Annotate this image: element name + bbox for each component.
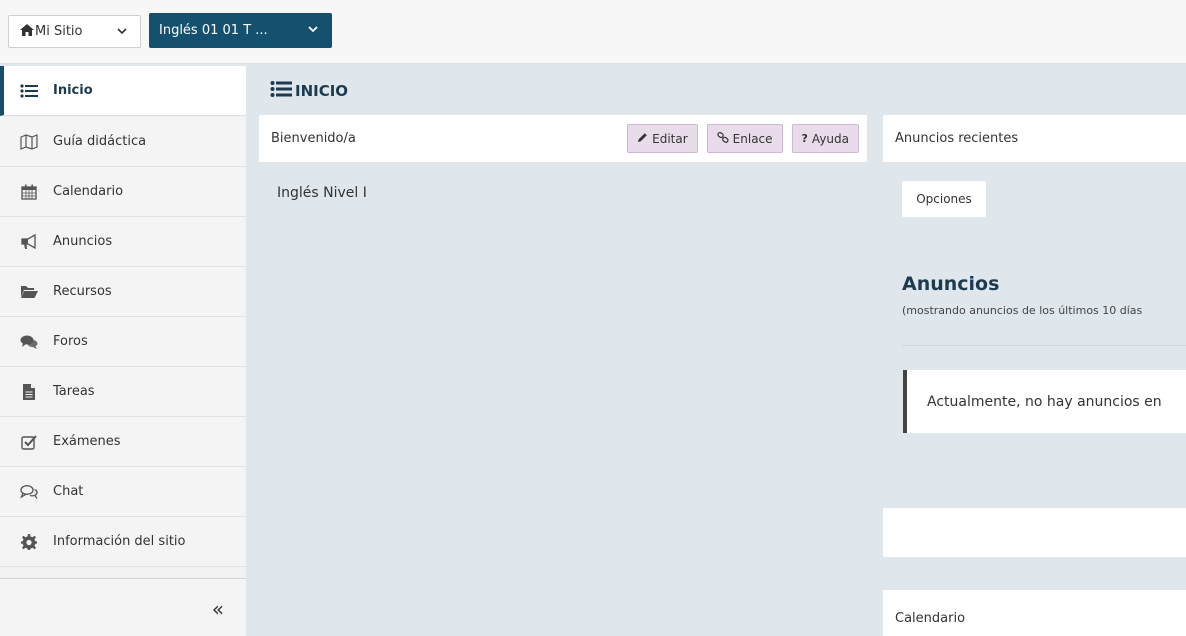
sidebar-item-label: Inicio xyxy=(53,83,93,98)
edit-button-label: Editar xyxy=(652,131,688,146)
page-title: INICIO xyxy=(270,80,348,102)
sidebar-item-chat[interactable]: Chat xyxy=(0,467,246,517)
announcements-panel-header: Anuncios recientes xyxy=(883,115,1186,163)
sidebar-item-examenes[interactable]: Exámenes xyxy=(0,417,246,467)
welcome-panel-title: Bienvenido/a xyxy=(271,131,356,146)
sidebar-item-tareas[interactable]: Tareas xyxy=(0,367,246,417)
sidebar-item-label: Chat xyxy=(53,484,84,499)
sidebar-item-anuncios[interactable]: Anuncios xyxy=(0,217,246,267)
question-icon: ? xyxy=(801,132,808,145)
sidebar-item-label: Recursos xyxy=(53,284,112,299)
calendar-panel: Calendario xyxy=(883,590,1186,636)
sidebar-item-label: Guía didáctica xyxy=(53,134,147,149)
sidebar-item-calendario[interactable]: Calendario xyxy=(0,167,246,217)
announcements-panel: Anuncios recientes Opciones Anuncios (mo… xyxy=(883,115,1186,557)
link-button[interactable]: Enlace xyxy=(706,124,783,153)
chevron-down-icon xyxy=(116,25,128,37)
sidebar-item-label: Calendario xyxy=(53,184,124,199)
chevron-down-icon xyxy=(307,23,319,35)
checkbox-icon xyxy=(19,432,39,452)
no-announcements-notice: Actualmente, no hay anuncios en xyxy=(903,370,1186,433)
options-button[interactable]: Opciones xyxy=(902,181,986,217)
announcements-panel-title: Anuncios recientes xyxy=(895,131,1019,146)
gear-icon xyxy=(19,532,39,552)
help-button-label: Ayuda xyxy=(811,131,849,146)
edit-button[interactable]: Editar xyxy=(627,124,698,153)
sidebar-item-label: Foros xyxy=(53,334,88,349)
comments-icon xyxy=(19,332,39,352)
announcements-panel-footer xyxy=(883,508,1186,557)
site-menu-label: Mi Sitio xyxy=(35,24,83,39)
announcements-heading: Anuncios xyxy=(902,273,1000,295)
welcome-body-text: Inglés Nivel I xyxy=(277,185,367,201)
sidebar-collapse-bar: « xyxy=(0,578,246,636)
sidebar-item-foros[interactable]: Foros xyxy=(0,317,246,367)
sidebar-item-label: Información del sitio xyxy=(53,534,186,549)
site-menu-button[interactable]: Mi Sitio xyxy=(8,15,141,48)
pencil-icon xyxy=(637,132,648,146)
collapse-sidebar-button[interactable]: « xyxy=(212,599,224,619)
sidebar-item-label: Exámenes xyxy=(53,434,121,449)
folder-open-icon xyxy=(19,282,39,302)
link-button-label: Enlace xyxy=(732,131,773,146)
home-icon xyxy=(20,23,34,40)
list-icon xyxy=(270,80,292,102)
megaphone-icon xyxy=(19,232,39,252)
welcome-panel: Bienvenido/a Editar Enlace ? Ayuda Inglé… xyxy=(259,115,867,636)
sidebar-item-label: Anuncios xyxy=(53,234,113,249)
top-bar: Mi Sitio Inglés 01 01 T ... xyxy=(0,0,1186,64)
help-button[interactable]: ? Ayuda xyxy=(791,124,859,153)
welcome-toolbar: Editar Enlace ? Ayuda xyxy=(627,124,859,153)
announcements-subtitle: (mostrando anuncios de los últimos 10 dí… xyxy=(902,304,1143,317)
page-title-text: INICIO xyxy=(295,82,349,100)
sidebar-item-recursos[interactable]: Recursos xyxy=(0,267,246,317)
sidebar-item-guia-didactica[interactable]: Guía didáctica xyxy=(0,117,246,167)
sidebar-item-informacion-del-sitio[interactable]: Información del sitio xyxy=(0,517,246,567)
sidebar-item-inicio[interactable]: Inicio xyxy=(0,66,246,116)
notice-text: Actualmente, no hay anuncios en xyxy=(927,393,1162,410)
course-menu-label: Inglés 01 01 T ... xyxy=(159,23,268,38)
sidebar-item-label: Tareas xyxy=(53,384,95,399)
list-icon xyxy=(19,81,39,101)
map-icon xyxy=(19,132,39,152)
calendar-panel-title: Calendario xyxy=(895,610,966,626)
chat-bubbles-icon xyxy=(19,482,39,502)
course-menu-button[interactable]: Inglés 01 01 T ... xyxy=(149,13,332,48)
calendar-panel-header: Calendario xyxy=(883,590,1186,636)
divider xyxy=(902,345,1186,346)
sidebar: Inicio Guía didáctica Calendario Anuncio… xyxy=(0,66,246,636)
calendar-icon xyxy=(19,182,39,202)
link-icon xyxy=(716,131,729,146)
file-icon xyxy=(19,382,39,402)
